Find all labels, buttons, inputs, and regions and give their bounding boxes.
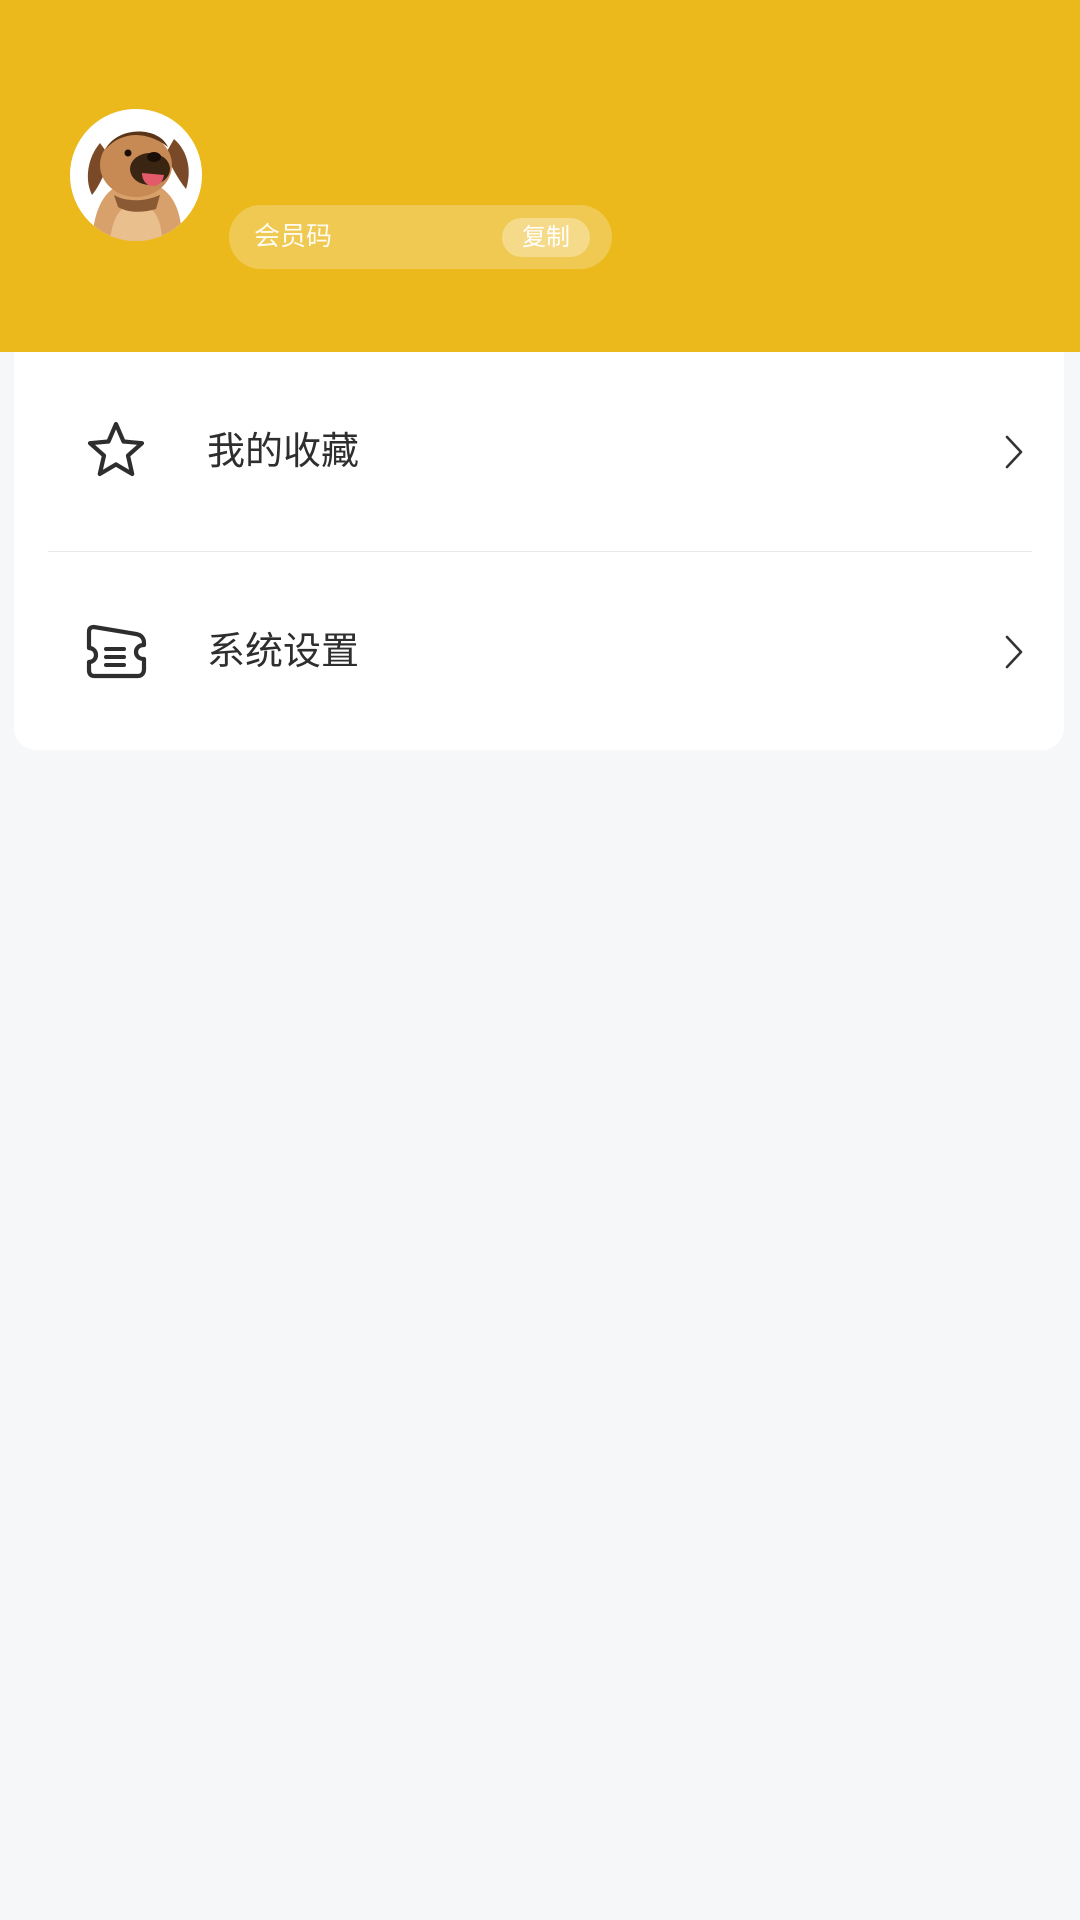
dog-avatar-image xyxy=(70,109,202,241)
member-code-label: 会员码 xyxy=(254,222,333,252)
profile-header: 会员码 复制 xyxy=(0,0,1080,352)
menu-card: 我的收藏 系统设置 xyxy=(14,352,1064,750)
menu-item-settings[interactable]: 系统设置 xyxy=(14,552,1064,751)
ticket-icon xyxy=(86,624,147,679)
member-code-pill: 会员码 复制 xyxy=(229,205,612,269)
chevron-right-icon xyxy=(1005,435,1023,469)
copy-button[interactable]: 复制 xyxy=(502,218,590,257)
avatar[interactable] xyxy=(70,109,202,241)
menu-item-favorites[interactable]: 我的收藏 xyxy=(14,352,1064,551)
chevron-right-icon xyxy=(1005,635,1023,669)
menu-item-label: 系统设置 xyxy=(207,629,360,673)
menu-item-label: 我的收藏 xyxy=(207,429,360,473)
star-icon xyxy=(87,421,145,477)
